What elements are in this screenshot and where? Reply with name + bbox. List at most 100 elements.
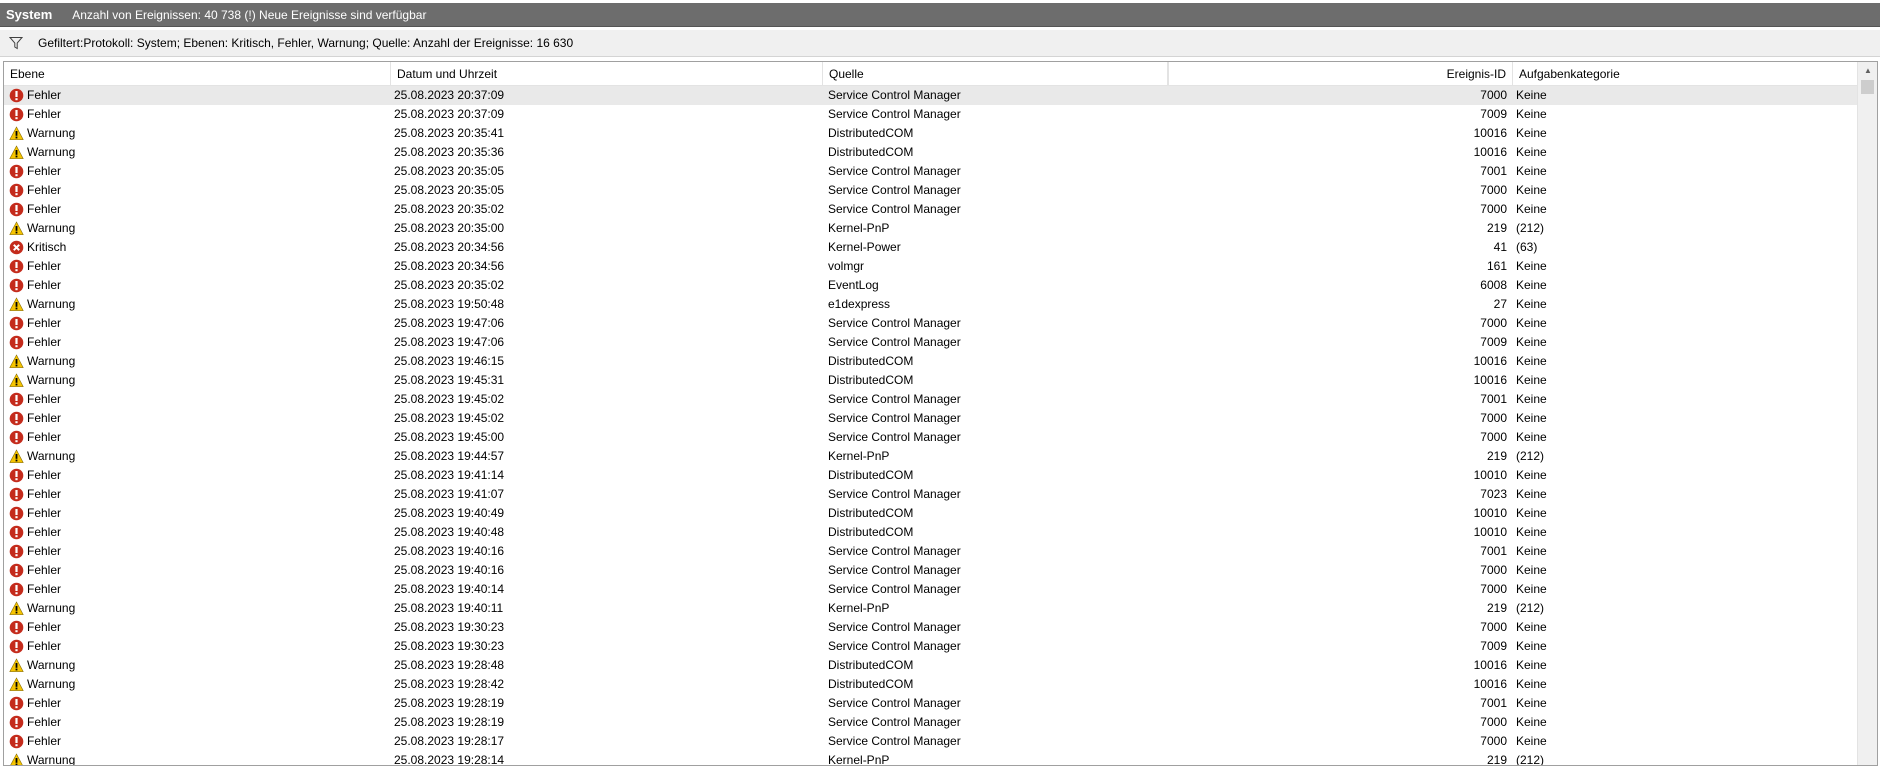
date-cell: 25.08.2023 19:28:48 [394,658,505,672]
scroll-thumb[interactable] [1861,80,1874,94]
table-row[interactable]: Warnung 25.08.2023 19:28:42 DistributedCOM… [4,675,1857,694]
event-id-cell: 7000 [1480,715,1507,729]
event-id-cell: 7001 [1480,544,1507,558]
table-row[interactable]: Warnung 25.08.2023 19:28:14 Kernel-PnP 219 (… [4,751,1857,766]
warning-icon [9,373,24,388]
level-cell: Fehler [9,637,389,656]
task-category-cell: Keine [1516,563,1547,577]
table-row[interactable]: Warnung 25.08.2023 19:45:31 DistributedCOM… [4,371,1857,390]
column-header-source[interactable]: Quelle [823,62,1168,86]
column-header-date[interactable]: Datum und Uhrzeit [391,62,823,86]
level-cell: Fehler [9,694,389,713]
table-row[interactable]: Fehler 25.08.2023 20:34:56 volmgr 161 Keine [4,257,1857,276]
date-cell: 25.08.2023 20:34:56 [394,240,505,254]
level-cell: Kritisch [9,238,389,257]
table-row[interactable]: Warnung 25.08.2023 20:35:00 Kernel-PnP 219 (… [4,219,1857,238]
table-row[interactable]: Fehler 25.08.2023 20:37:09 Service Control… [4,86,1857,105]
event-count-info[interactable]: Anzahl von Ereignissen: 40 738 (!) Neue … [72,8,426,22]
filter-description: Gefiltert:Protokoll: System; Ebenen: Kri… [38,36,574,50]
table-row[interactable]: Warnung 25.08.2023 19:44:57 Kernel-PnP 219 (… [4,447,1857,466]
error-icon [9,525,24,540]
level-cell: Fehler [9,523,389,542]
level-cell: Warnung [9,447,389,466]
event-id-cell: 10010 [1473,525,1507,539]
task-category-cell: (212) [1516,753,1545,766]
table-row[interactable]: Fehler 25.08.2023 19:41:07 Service Control… [4,485,1857,504]
level-cell: Fehler [9,86,389,105]
table-row[interactable]: Fehler 25.08.2023 20:37:09 Service Control… [4,105,1857,124]
date-cell: 25.08.2023 19:45:02 [394,392,505,406]
table-row[interactable]: Fehler 25.08.2023 19:28:19 Service Control… [4,694,1857,713]
source-cell: Service Control Manager [828,487,961,501]
table-row[interactable]: Fehler 25.08.2023 19:40:48 DistributedCOM 1… [4,523,1857,542]
task-category-cell: Keine [1516,734,1547,748]
warning-icon [9,297,24,312]
table-row[interactable]: Fehler 25.08.2023 19:30:23 Service Control… [4,637,1857,656]
task-category-cell: Keine [1516,164,1547,178]
task-category-cell: Keine [1516,354,1547,368]
task-category-cell: Keine [1516,411,1547,425]
level-cell: Fehler [9,561,389,580]
task-category-cell: Keine [1516,145,1547,159]
table-row[interactable]: Fehler 25.08.2023 19:45:02 Service Control… [4,409,1857,428]
table-row[interactable]: Warnung 25.08.2023 20:35:41 DistributedCOM… [4,124,1857,143]
table-row[interactable]: Fehler 25.08.2023 19:40:14 Service Control… [4,580,1857,599]
task-category-cell: Keine [1516,506,1547,520]
column-header-level[interactable]: Ebene [4,62,391,86]
table-row[interactable]: Warnung 25.08.2023 19:40:11 Kernel-PnP 219 (… [4,599,1857,618]
table-row[interactable]: Fehler 25.08.2023 19:30:23 Service Control… [4,618,1857,637]
task-category-cell: Keine [1516,544,1547,558]
date-cell: 25.08.2023 20:35:02 [394,278,505,292]
warning-icon [9,354,24,369]
table-row[interactable]: Kritisch 25.08.2023 20:34:56 Kernel-Power 4… [4,238,1857,257]
table-row[interactable]: Fehler 25.08.2023 19:47:06 Service Control… [4,333,1857,352]
level-text: Fehler [27,164,62,178]
table-row[interactable]: Fehler 25.08.2023 19:45:00 Service Control… [4,428,1857,447]
date-cell: 25.08.2023 19:28:19 [394,715,505,729]
table-row[interactable]: Fehler 25.08.2023 20:35:02 EventLog 6008 Kei… [4,276,1857,295]
table-row[interactable]: Fehler 25.08.2023 20:35:05 Service Control… [4,162,1857,181]
date-cell: 25.08.2023 20:35:00 [394,221,505,235]
column-header-event-id[interactable]: Ereignis-ID [1169,62,1513,86]
event-id-cell: 7001 [1480,164,1507,178]
level-cell: Warnung [9,124,389,143]
table-row[interactable]: Fehler 25.08.2023 19:40:16 Service Control… [4,542,1857,561]
date-cell: 25.08.2023 19:28:19 [394,696,505,710]
event-list[interactable]: Ebene Datum und Uhrzeit Quelle Ereignis-… [3,61,1878,766]
error-icon [9,259,24,274]
level-text: Fehler [27,487,62,501]
table-row[interactable]: Warnung 25.08.2023 20:35:36 DistributedCOM… [4,143,1857,162]
table-row[interactable]: Fehler 25.08.2023 19:47:06 Service Control… [4,314,1857,333]
table-row[interactable]: Warnung 25.08.2023 19:28:48 DistributedCOM… [4,656,1857,675]
table-row[interactable]: Fehler 25.08.2023 19:45:02 Service Control… [4,390,1857,409]
table-row[interactable]: Fehler 25.08.2023 19:28:19 Service Control… [4,713,1857,732]
vertical-scrollbar[interactable]: ▲ [1857,62,1877,765]
source-cell: Service Control Manager [828,88,961,102]
table-row[interactable]: Fehler 25.08.2023 19:40:49 DistributedCOM 1… [4,504,1857,523]
event-id-cell: 7001 [1480,392,1507,406]
column-header-task-category[interactable]: Aufgabenkategorie [1513,62,1857,86]
table-row[interactable]: Fehler 25.08.2023 19:28:17 Service Control… [4,732,1857,751]
level-text: Fehler [27,639,62,653]
level-cell: Fehler [9,504,389,523]
date-cell: 25.08.2023 19:40:16 [394,563,505,577]
level-cell: Fehler [9,333,389,352]
level-cell: Warnung [9,751,389,765]
task-category-cell: (212) [1516,449,1545,463]
level-text: Fehler [27,411,62,425]
date-cell: 25.08.2023 20:35:36 [394,145,505,159]
error-icon [9,563,24,578]
table-row[interactable]: Fehler 25.08.2023 19:41:14 DistributedCOM 1… [4,466,1857,485]
table-row[interactable]: Fehler 25.08.2023 20:35:05 Service Control… [4,181,1857,200]
level-text: Warnung [27,449,76,463]
source-cell: Service Control Manager [828,639,961,653]
table-row[interactable]: Fehler 25.08.2023 20:35:02 Service Control… [4,200,1857,219]
scroll-up-arrow-icon[interactable]: ▲ [1858,62,1877,79]
date-cell: 25.08.2023 19:28:17 [394,734,505,748]
level-text: Fehler [27,202,62,216]
table-row[interactable]: Warnung 25.08.2023 19:46:15 DistributedCOM… [4,352,1857,371]
error-icon [9,620,24,635]
table-row[interactable]: Fehler 25.08.2023 19:40:16 Service Control… [4,561,1857,580]
table-row[interactable]: Warnung 25.08.2023 19:50:48 e1dexpress 27 Ke… [4,295,1857,314]
critical-icon [9,240,24,255]
